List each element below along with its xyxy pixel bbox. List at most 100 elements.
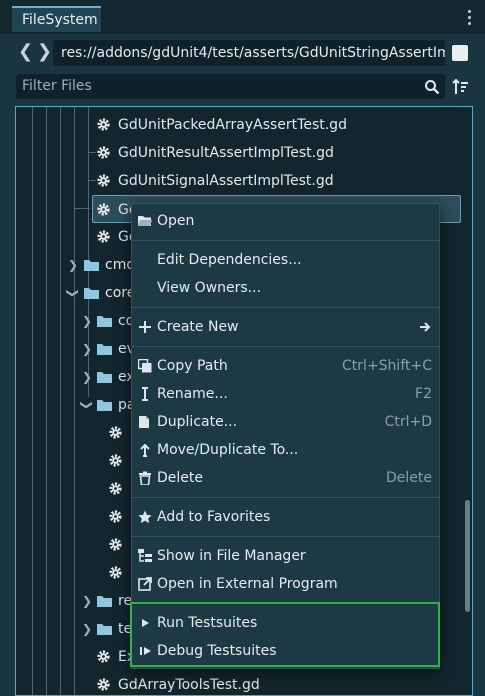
text-cursor-icon	[142, 387, 148, 401]
list-item[interactable]: GdUnitResultAssertImplTest.gd	[94, 139, 464, 167]
menu-item-open[interactable]: Open	[132, 207, 439, 235]
menu-item-label: Rename...	[157, 386, 228, 402]
folder-icon	[97, 372, 112, 383]
chevron-down-icon[interactable]: ❯	[59, 288, 87, 298]
file-name: GdUnitPackedArrayAssertTest.gd	[118, 117, 347, 133]
menu-separator	[132, 346, 439, 347]
list-item[interactable]: GdUnitPackedArrayAssertTest.gd	[94, 111, 464, 139]
list-item[interactable]: ❯ core	[66, 279, 135, 307]
menu-item-label: Move/Duplicate To...	[157, 442, 299, 458]
menu-item-label: Duplicate...	[157, 414, 238, 430]
copy-icon	[138, 359, 152, 373]
menu-item-delete[interactable]: Delete Delete	[132, 464, 439, 492]
gear-icon	[97, 650, 110, 663]
folder-icon	[97, 400, 112, 411]
menu-item-label: Copy Path	[157, 358, 228, 374]
tree-scrollbar[interactable]	[465, 500, 470, 612]
gear-icon	[97, 230, 110, 243]
menu-item-label: Open	[157, 213, 195, 229]
menu-item-label: Edit Dependencies...	[157, 252, 302, 268]
gear-icon	[109, 454, 122, 467]
shortcut-label: F2	[415, 386, 432, 402]
gear-icon	[109, 426, 122, 439]
list-item[interactable]: Ex	[96, 643, 135, 671]
folder-icon	[97, 624, 112, 635]
list-item[interactable]: ❯ ev	[82, 335, 135, 363]
external-link-icon	[138, 577, 152, 591]
list-item[interactable]: ❯ ex	[82, 363, 135, 391]
kebab-menu-icon[interactable]	[466, 10, 472, 26]
folder-icon	[97, 344, 112, 355]
chevron-right-icon[interactable]: ❯	[68, 251, 78, 279]
split-mode-toggle[interactable]	[452, 45, 468, 61]
list-item[interactable]: GdArrayToolsTest.gd	[94, 671, 464, 695]
tab-filesystem[interactable]: FileSystem	[12, 6, 101, 32]
menu-item-label: Open in External Program	[157, 576, 338, 592]
list-item[interactable]: GdUnitSignalAssertImplTest.gd	[94, 167, 464, 195]
menu-item-rename[interactable]: Rename... F2	[132, 380, 439, 408]
search-icon	[425, 80, 440, 95]
folder-icon	[97, 596, 112, 607]
gear-icon	[97, 678, 110, 691]
plus-icon	[139, 321, 151, 333]
menu-separator	[132, 497, 439, 498]
menu-item-add-favorites[interactable]: Add to Favorites	[132, 503, 439, 531]
gear-icon	[109, 510, 122, 523]
file-name: GdUnitSignalAssertImplTest.gd	[118, 173, 334, 189]
menu-item-label: Create New	[157, 319, 239, 335]
list-item[interactable]: ❯ cmd	[68, 251, 135, 279]
menu-item-label: Delete	[157, 470, 203, 486]
chevron-right-icon[interactable]: ❯	[82, 363, 92, 391]
chevron-right-icon[interactable]: ❯	[82, 615, 92, 643]
menu-item-edit-dependencies[interactable]: Edit Dependencies...	[132, 246, 439, 274]
menu-item-move-duplicate[interactable]: Move/Duplicate To...	[132, 436, 439, 464]
tree-guide-line	[32, 107, 33, 695]
menu-separator	[132, 307, 439, 308]
folder-icon	[84, 260, 99, 271]
menu-item-label: Add to Favorites	[157, 509, 271, 525]
list-item[interactable]: Gd	[94, 223, 138, 251]
menu-item-label: Show in File Manager	[157, 548, 306, 564]
highlight-box	[130, 602, 440, 667]
gear-icon	[97, 118, 110, 131]
list-item[interactable]: ❯ co	[82, 307, 134, 335]
list-item[interactable]: ❯ te	[82, 615, 132, 643]
gear-icon	[97, 203, 110, 216]
trash-icon	[139, 471, 151, 485]
folder-open-icon	[138, 216, 152, 226]
menu-item-copy-path[interactable]: Copy Path Ctrl+Shift+C	[132, 352, 439, 380]
chevron-right-icon[interactable]: ❯	[82, 307, 92, 335]
tree-guide-line	[46, 107, 47, 695]
gear-icon	[97, 146, 110, 159]
star-icon	[138, 510, 152, 524]
chevron-right-icon[interactable]: ❯	[82, 587, 92, 615]
shortcut-label: Delete	[386, 470, 432, 486]
forward-button[interactable]: ❯	[37, 43, 52, 62]
chevron-right-icon[interactable]: ❯	[82, 335, 92, 363]
file-name: GdUnitResultAssertImplTest.gd	[118, 145, 334, 161]
context-menu: Open Edit Dependencies... View Owners...…	[131, 203, 440, 669]
back-button[interactable]: ❮	[18, 43, 33, 62]
shortcut-label: Ctrl+D	[384, 414, 432, 430]
gear-icon	[97, 174, 110, 187]
gear-icon	[109, 538, 122, 551]
menu-item-open-external[interactable]: Open in External Program	[132, 570, 439, 598]
menu-item-duplicate[interactable]: Duplicate... Ctrl+D	[132, 408, 439, 436]
folder-icon	[84, 288, 99, 299]
menu-item-show-file-manager[interactable]: Show in File Manager	[132, 542, 439, 570]
menu-item-label: View Owners...	[157, 280, 262, 296]
list-item[interactable]: ❯ pa	[80, 391, 135, 419]
menu-item-create-new[interactable]: Create New	[132, 313, 439, 341]
shortcut-label: Ctrl+Shift+C	[342, 358, 432, 374]
tree-guide-line	[74, 208, 90, 209]
list-item[interactable]: ❯ re	[82, 587, 132, 615]
file-tree-icon	[138, 549, 152, 562]
sort-icon[interactable]	[450, 77, 470, 97]
gear-icon	[109, 482, 122, 495]
duplicate-icon	[139, 416, 149, 428]
filter-files-input[interactable]: Filter Files	[16, 74, 445, 99]
path-input[interactable]: res://addons/gdUnit4/test/asserts/GdUnit…	[53, 40, 445, 66]
gear-icon	[109, 566, 122, 579]
menu-item-view-owners[interactable]: View Owners...	[132, 274, 439, 302]
file-name: GdArrayToolsTest.gd	[118, 677, 260, 693]
